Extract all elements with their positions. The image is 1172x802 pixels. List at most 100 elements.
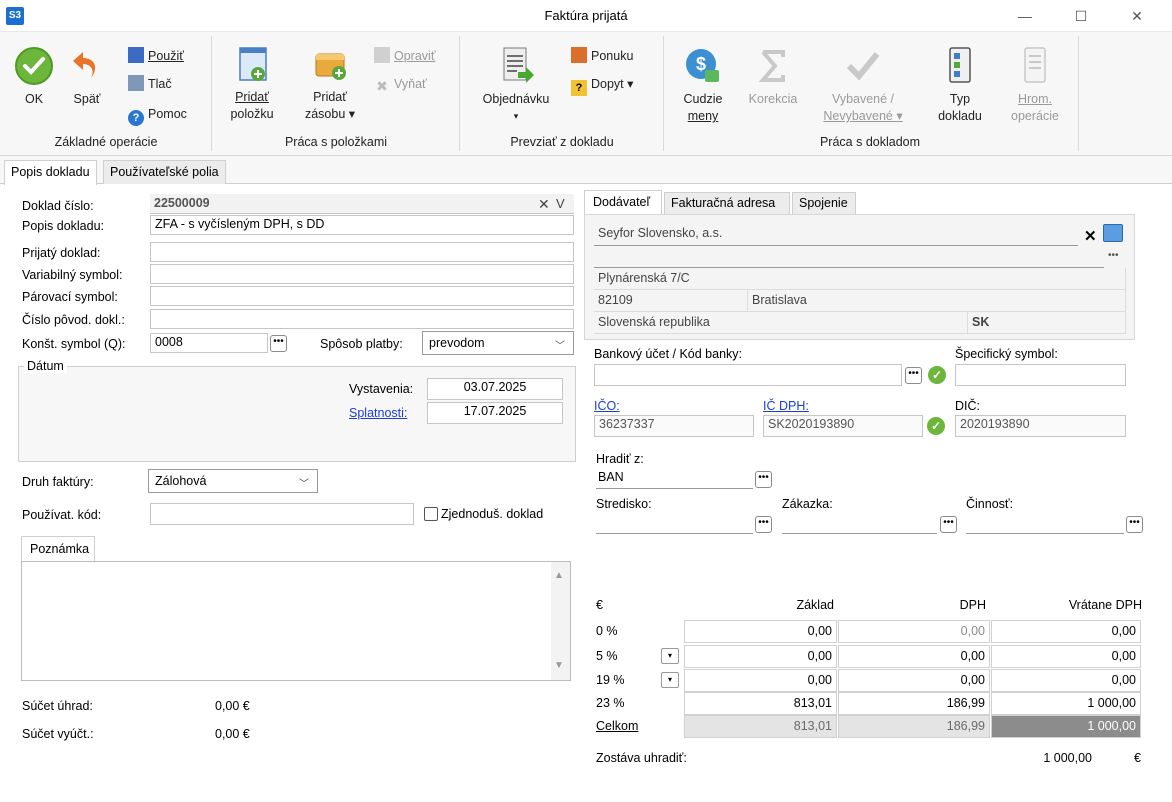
print-button[interactable]: Tlač [128, 74, 172, 94]
invoice-type-select[interactable]: Zálohová ﹀ [148, 469, 318, 493]
group-separator [1078, 36, 1079, 151]
inquiry-button[interactable]: ? Dopyt ▾ [571, 74, 633, 96]
vat-row-base[interactable]: 0,00 [684, 669, 837, 692]
due-date-link[interactable]: Splatnosti: [349, 406, 407, 420]
back-button[interactable]: Späť [64, 46, 110, 108]
tab-user-fields[interactable]: Používateľské polia [103, 160, 226, 184]
tab-contact[interactable]: Spojenie [792, 192, 856, 214]
due-date-field[interactable]: 17.07.2025 [427, 402, 563, 424]
received-doc-label: Prijatý doklad: [22, 246, 101, 260]
use-button[interactable]: Použiť [128, 46, 184, 66]
vat-sum-vat: 186,99 [838, 715, 990, 738]
offer-icon [571, 47, 587, 63]
vat-row-total[interactable]: 1 000,00 [991, 692, 1141, 715]
doc-number-dropdown-icon[interactable]: V [556, 196, 565, 211]
user-code-field[interactable] [150, 503, 414, 525]
settled-button[interactable]: Vybavené / Nevybavené ▾ [814, 46, 912, 125]
simplified-doc-label: Zjednoduš. doklad [441, 507, 544, 521]
add-stock-button[interactable]: Pridať zásobu ▾ [296, 44, 364, 123]
vat-row-vat[interactable]: 0,00 [838, 669, 990, 692]
note-textarea[interactable] [21, 561, 571, 681]
minimize-button[interactable]: — [1005, 3, 1045, 29]
rate-dropdown-button[interactable]: ▾ [661, 672, 679, 688]
pairing-symbol-field[interactable] [150, 286, 574, 306]
supplier-name-field[interactable]: Seyfor Slovensko, a.s. [594, 224, 1078, 246]
add-item-button[interactable]: Pridať položku [222, 44, 282, 123]
note-tab[interactable]: Poznámka [21, 536, 95, 562]
vat-row-vat[interactable]: 0,00 [838, 645, 990, 668]
edit-button[interactable]: Opraviť [374, 46, 436, 66]
ico-link[interactable]: IČO: [594, 399, 620, 413]
foreign-currency-button[interactable]: $ Cudzie meny [672, 46, 734, 125]
help-button[interactable]: ? Pomoc [128, 104, 187, 126]
supplier-more-icon[interactable]: ••• [1108, 250, 1119, 261]
const-symbol-browse-button[interactable]: ••• [270, 335, 287, 352]
edit-icon [374, 47, 390, 63]
edit-supplier-icon[interactable] [1103, 224, 1123, 242]
clear-supplier-icon[interactable]: ✕ [1084, 227, 1097, 245]
pay-from-browse-button[interactable]: ••• [755, 471, 772, 488]
correction-button[interactable]: Korekcia [740, 46, 806, 108]
bank-account-browse-button[interactable]: ••• [905, 367, 922, 384]
sum-payments-value: 0,00 € [215, 699, 250, 713]
supplier-name2-field[interactable] [594, 248, 1104, 268]
pay-from-field[interactable]: BAN [596, 469, 753, 489]
vat-row-base[interactable]: 0,00 [684, 645, 837, 668]
sum-settlements-label: Súčet vyúčt.: [22, 727, 94, 741]
cost-center-field[interactable] [596, 514, 753, 534]
bulk-operations-button[interactable]: Hrom. operácie [1002, 44, 1068, 125]
maximize-button[interactable]: ☐ [1061, 3, 1101, 29]
rate-dropdown-button[interactable]: ▾ [661, 648, 679, 664]
vat-header-base: Základ [796, 598, 834, 612]
group-items-label: Práca s položkami [284, 135, 388, 149]
vat-row-base[interactable]: 0,00 [684, 620, 837, 643]
simplified-doc-checkbox[interactable] [424, 507, 438, 521]
add-stock-label-1: Pridať [313, 90, 347, 104]
icdph-link[interactable]: IČ DPH: [763, 399, 809, 413]
vat-row-vat[interactable]: 0,00 [838, 620, 990, 643]
supplier-zip: 82109 [594, 290, 748, 312]
order-browse-button[interactable]: ••• [940, 516, 957, 533]
doc-type-label-1: Typ [949, 92, 971, 106]
clear-doc-number-icon[interactable]: ✕ [538, 196, 550, 213]
vat-row-total[interactable]: 0,00 [991, 620, 1141, 643]
tab-billing-address[interactable]: Fakturačná adresa [664, 192, 790, 214]
scroll-down-icon[interactable]: ▼ [554, 660, 564, 671]
group-separator [663, 36, 664, 151]
remove-button[interactable]: ✖ Vyňať [374, 74, 427, 94]
settled-label-1: Vybavené / [831, 92, 895, 106]
order-label: Zákazka: [782, 497, 833, 511]
foreign-label-1: Cudzie [683, 92, 723, 106]
close-button[interactable]: ✕ [1117, 3, 1157, 29]
issued-date-field[interactable]: 03.07.2025 [427, 378, 563, 400]
bank-account-field[interactable] [594, 364, 902, 386]
scroll-up-icon[interactable]: ▲ [554, 570, 564, 581]
variable-symbol-field[interactable] [150, 264, 574, 284]
issued-date-label: Vystavenia: [349, 382, 414, 396]
doc-type-button[interactable]: Typ dokladu [930, 44, 990, 125]
payment-method-select[interactable]: prevodom ﹀ [422, 331, 574, 355]
tab-supplier[interactable]: Dodávateľ [584, 190, 662, 214]
original-doc-field[interactable] [150, 309, 574, 329]
vat-row-base[interactable]: 813,01 [684, 692, 837, 715]
vat-sum-total: 1 000,00 [991, 715, 1141, 738]
doc-desc-field[interactable]: ZFA - s vyčísleným DPH, s DD [150, 215, 574, 235]
received-doc-field[interactable] [150, 242, 574, 262]
offer-button[interactable]: Ponuku [571, 46, 633, 66]
tab-description[interactable]: Popis dokladu [4, 160, 97, 185]
order-field[interactable] [782, 514, 937, 534]
const-symbol-field[interactable]: 0008 [150, 333, 268, 353]
activity-browse-button[interactable]: ••• [1126, 516, 1143, 533]
vat-row-total[interactable]: 0,00 [991, 645, 1141, 668]
bank-verified-icon: ✓ [928, 366, 946, 384]
specific-symbol-field[interactable] [955, 364, 1126, 386]
icdph-verified-icon: ✓ [927, 417, 945, 435]
cost-center-browse-button[interactable]: ••• [755, 516, 772, 533]
sigma-icon [758, 50, 785, 82]
vat-row-vat[interactable]: 186,99 [838, 692, 990, 715]
help-icon: ? [128, 110, 144, 126]
order-button[interactable]: Objednávku ▾ [472, 44, 560, 125]
ok-button[interactable]: OK [10, 46, 58, 108]
vat-row-total[interactable]: 0,00 [991, 669, 1141, 692]
activity-field[interactable] [966, 514, 1124, 534]
